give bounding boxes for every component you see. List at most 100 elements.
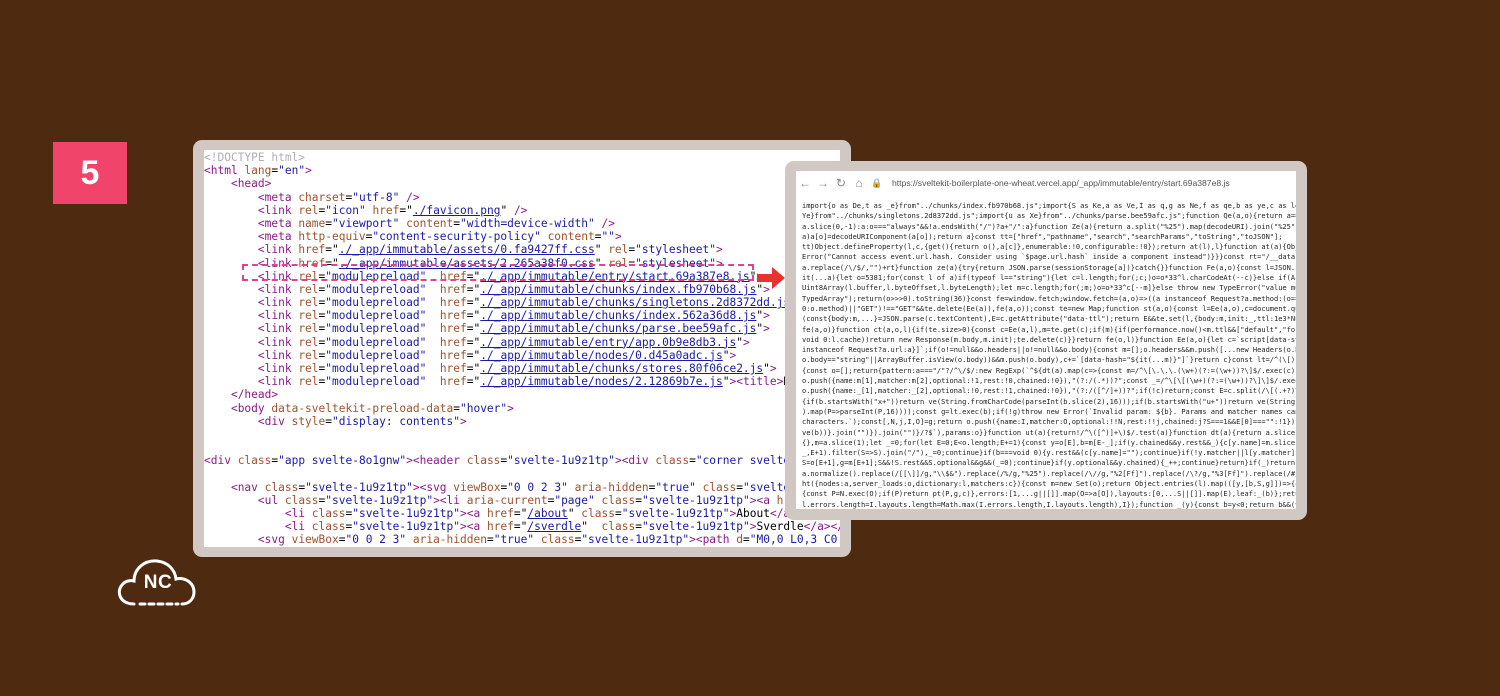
- home-icon[interactable]: ⌂: [850, 176, 868, 190]
- source-token: "modulepreload": [325, 335, 427, 349]
- source-token: <head>: [230, 177, 272, 191]
- source-token: href: [439, 309, 467, 323]
- source-token: "display: contents": [332, 414, 460, 428]
- source-token: "svelte-1u9z1tp": [621, 507, 730, 521]
- source-token: [204, 204, 258, 217]
- source-token: [426, 309, 439, 322]
- source-token: [204, 243, 258, 256]
- source-link[interactable]: ./_app/immutable/chunks/index.562a36d8.j…: [480, 309, 756, 322]
- js-line: _,E+1).filter(S=>S).join("/"),_=0;contin…: [802, 449, 1296, 458]
- source-token: <li: [284, 507, 312, 521]
- source-token: [204, 520, 285, 533]
- source-line: <!DOCTYPE html>: [204, 151, 840, 164]
- source-token: [204, 375, 258, 388]
- js-line: Uint8Array(l.buffer,l.byteOffset,l.byteL…: [802, 284, 1296, 293]
- source-token: ><a: [749, 493, 777, 507]
- source-token: =": [466, 309, 481, 323]
- source-link[interactable]: ./_app/immutable/nodes/0.d45a0adc.js: [480, 349, 722, 362]
- source-token: "icon": [325, 203, 366, 217]
- source-token: "svelte-1u9z1tp": [305, 480, 413, 494]
- source-line: <link rel="modulepreload" href="./_app/i…: [204, 322, 840, 335]
- source-link[interactable]: ./_app/immutable/nodes/2.12869b7e.js: [480, 375, 722, 388]
- source-token: rel: [608, 243, 629, 257]
- source-token: "stylesheet": [635, 243, 716, 257]
- source-token: <link: [257, 335, 299, 349]
- lock-icon: 🔒: [871, 177, 883, 188]
- js-line: a.replace(/\/$/,"")+rt}function ze(a){tr…: [802, 263, 1296, 272]
- js-line: o.body=="string"||ArrayBuffer.isView(o.b…: [802, 356, 1296, 365]
- js-line: TypedArray");return(o>>>0).toString(36)}…: [802, 294, 1296, 303]
- source-token: =": [466, 362, 481, 375]
- js-line: 0:o.method)||"GET")!=="GET"&&te.delete(E…: [802, 304, 1296, 313]
- url-text[interactable]: https://sveltekit-boilerplate-one-wheat.…: [892, 178, 1230, 188]
- source-token: [541, 230, 548, 243]
- source-token: =": [399, 203, 413, 217]
- source-token: >: [769, 362, 777, 375]
- source-link[interactable]: ./_app/immutable/chunks/stores.80f06ce2.…: [480, 362, 763, 375]
- source-token: [426, 375, 439, 388]
- source-token: viewBox: [291, 533, 339, 547]
- source-token: content: [547, 230, 595, 244]
- source-token: =: [635, 493, 642, 507]
- js-line: it(...a){let o=5381;for(const l of a)if(…: [802, 274, 1296, 283]
- source-token: class: [540, 533, 575, 547]
- js-line: ht({nodes:a,server_loads:o,dictionary:l,…: [802, 480, 1296, 489]
- source-line: [204, 428, 840, 441]
- source-token: >: [715, 243, 723, 257]
- source-token: class: [702, 480, 737, 494]
- source-token: ": [567, 507, 582, 521]
- back-arrow-icon[interactable]: ←: [796, 176, 814, 190]
- source-token: =: [635, 520, 642, 534]
- source-token: "svelte-1u9z1tp": [352, 507, 460, 521]
- source-token: [426, 349, 439, 362]
- source-link[interactable]: ./_app/immutable/chunks/index.fb970b68.j…: [480, 283, 756, 296]
- source-token: =: [736, 480, 744, 494]
- source-token: <svg: [257, 533, 292, 547]
- source-token: [204, 336, 258, 349]
- source-token: "width=device-width": [460, 216, 595, 230]
- source-link[interactable]: ./_app/immutable/assets/0.fa9427ff.css: [339, 243, 595, 256]
- source-token: "svelte-1u9z1tp": [352, 520, 460, 534]
- source-token: >: [460, 414, 467, 428]
- source-token: [204, 230, 258, 243]
- source-token: [204, 296, 258, 309]
- source-token: "svelte-1u9z1tp": [325, 493, 434, 507]
- source-link[interactable]: ./_app/immutable/chunks/parse.bee59afc.j…: [480, 322, 756, 335]
- browser-window: ← → ↻ ⌂ 🔒 https://sveltekit-boilerplate-…: [796, 171, 1296, 509]
- source-token: >: [305, 164, 312, 178]
- source-token: />: [507, 203, 528, 217]
- source-token: [204, 507, 285, 520]
- js-line: a)a[o]=decodeURIComponent(a[o]);return a…: [802, 232, 1283, 241]
- source-token: class: [284, 493, 319, 507]
- source-token: >: [729, 348, 737, 362]
- source-token: rel: [298, 348, 319, 362]
- source-token: [426, 336, 439, 349]
- source-token: Sverdle: [756, 520, 804, 534]
- source-line: <link rel="modulepreload" href="./_app/i…: [204, 309, 840, 322]
- js-line: {if(b.startsWith("x+"))return ve(String.…: [802, 397, 1296, 406]
- source-token: rel: [298, 282, 319, 296]
- source-token: href: [439, 362, 467, 375]
- js-line: {const P=N.exec(O);if(P)return pt(P,g,c)…: [802, 490, 1296, 499]
- reload-icon[interactable]: ↻: [832, 176, 850, 190]
- source-link[interactable]: /sverdle: [527, 520, 581, 533]
- source-token: href: [372, 203, 400, 217]
- source-token: class: [264, 480, 299, 494]
- source-token: rel: [298, 362, 319, 375]
- source-token: class: [311, 520, 346, 534]
- source-link[interactable]: ./favicon.png: [413, 204, 501, 217]
- source-token: href: [439, 375, 467, 389]
- forward-arrow-icon[interactable]: →: [814, 176, 832, 190]
- source-token: <!DOCTYPE html>: [204, 151, 306, 164]
- source-token: class: [601, 493, 636, 507]
- source-token: =": [466, 282, 481, 296]
- source-token: >: [742, 335, 750, 349]
- source-link[interactable]: ./_app/immutable/chunks/singletons.2d837…: [480, 296, 790, 309]
- source-token: d: [736, 533, 743, 547]
- source-link[interactable]: ./_app/immutable/entry/app.0b9e8db3.js: [480, 336, 736, 349]
- source-line: <meta http-equiv="content-security-polic…: [204, 230, 840, 243]
- source-token: ": [581, 520, 602, 534]
- source-token: [204, 388, 231, 401]
- highlight-start-script: [242, 264, 754, 281]
- source-link[interactable]: /about: [527, 507, 567, 520]
